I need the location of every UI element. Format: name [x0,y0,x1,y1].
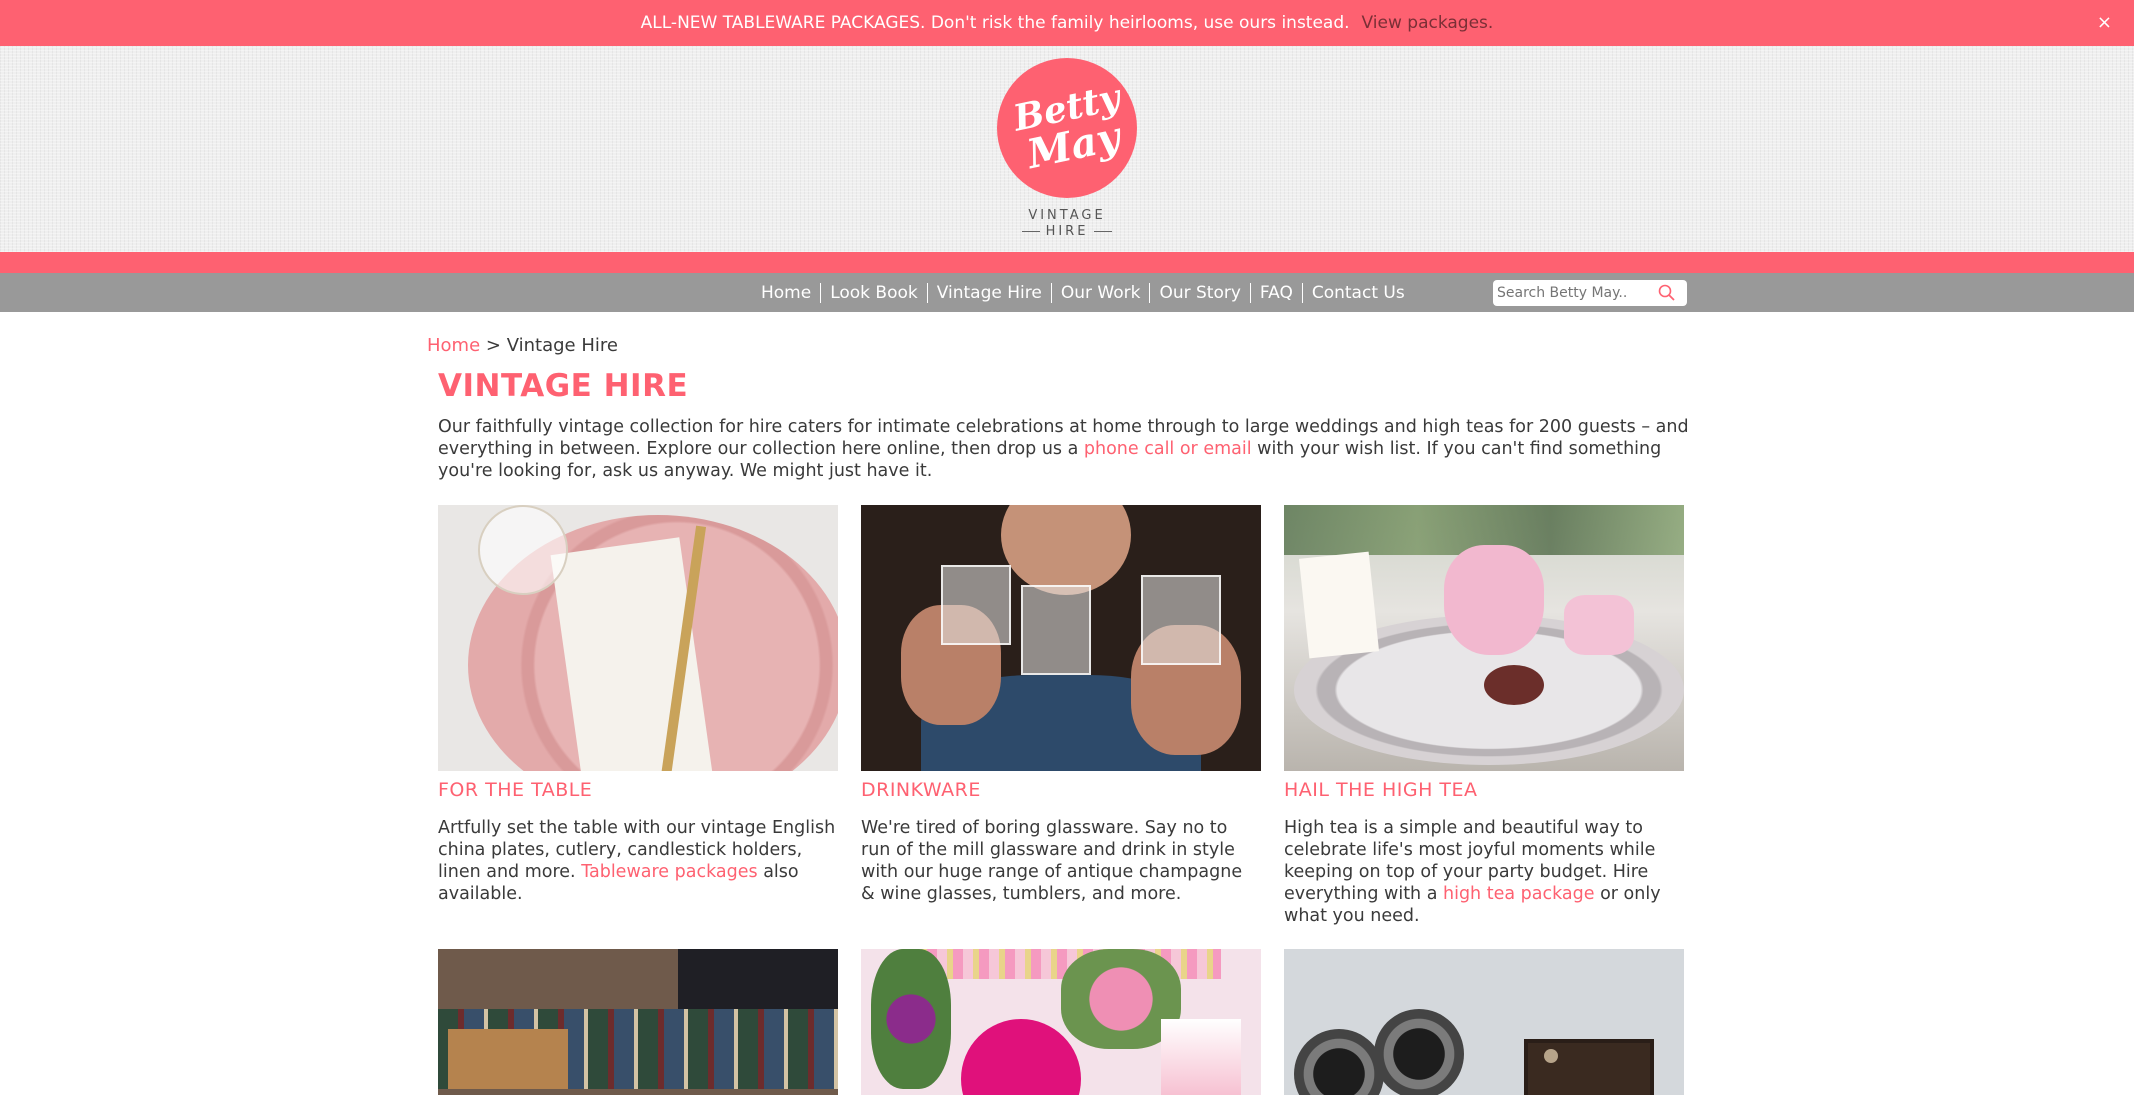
nav-item-our-story[interactable]: Our Story [1149,282,1249,303]
card-description: We're tired of boring glassware. Say no … [861,817,1261,905]
nav-item-home[interactable]: Home [752,283,820,303]
banner-message: ALL-NEW TABLEWARE PACKAGES. Don't risk t… [640,13,1350,33]
breadcrumb-separator: > [480,335,507,356]
nav-item-contact-us[interactable]: Contact Us [1301,282,1414,303]
breadcrumb-current: Vintage Hire [506,335,618,356]
card-title[interactable]: HAIL THE HIGH TEA [1284,779,1684,801]
logo-subtitle-hire: HIRE [997,224,1137,239]
table-setting-image[interactable] [438,505,838,771]
page-title: VINTAGE HIRE [438,368,689,404]
category-card-table[interactable]: FOR THE TABLE Artfully set the table wit… [438,505,838,905]
nav-list: Home Look Book Vintage Hire Our Work Our… [752,273,1414,312]
breadcrumb-home-link[interactable]: Home [427,335,480,356]
search-box [1493,280,1687,306]
announcement-banner: ALL-NEW TABLEWARE PACKAGES. Don't risk t… [0,0,2134,46]
breadcrumb: Home > Vintage Hire [427,335,618,356]
nav-item-look-book[interactable]: Look Book [820,282,927,303]
logo-subtitle-hire-text: HIRE [1045,224,1089,239]
site-header: Betty May VINTAGE HIRE [0,46,2134,252]
betty-may-logo[interactable]: Betty May [997,58,1137,198]
card-title[interactable]: FOR THE TABLE [438,779,838,801]
intro-paragraph: Our faithfully vintage collection for hi… [438,416,1700,482]
card-text: We're tired of boring glassware. Say no … [861,818,1243,904]
category-card-high-tea[interactable]: HAIL THE HIGH TEA High tea is a simple a… [1284,505,1684,927]
card-description: Artfully set the table with our vintage … [438,817,838,905]
search-input[interactable] [1493,282,1653,304]
flowers-decor-image[interactable] [861,949,1261,1095]
tableware-packages-link[interactable]: Tableware packages [581,862,757,882]
nav-item-vintage-hire[interactable]: Vintage Hire [926,282,1051,303]
vintage-props-image[interactable] [1284,949,1684,1095]
drinkware-image[interactable] [861,505,1261,771]
banner-view-packages-link[interactable]: View packages. [1362,13,1494,33]
category-card-drinkware[interactable]: DRINKWARE We're tired of boring glasswar… [861,505,1261,905]
nav-item-our-work[interactable]: Our Work [1050,282,1150,303]
main-nav: Home Look Book Vintage Hire Our Work Our… [0,273,2134,312]
card-description: High tea is a simple and beautiful way t… [1284,817,1684,927]
contact-link[interactable]: phone call or email [1084,439,1252,459]
picnic-image[interactable] [438,949,838,1095]
category-card-decor[interactable] [861,949,1261,1095]
header-divider-bar [0,252,2134,273]
high-tea-image[interactable] [1284,505,1684,771]
high-tea-package-link[interactable]: high tea package [1443,884,1595,904]
card-title[interactable]: DRINKWARE [861,779,1261,801]
category-card-picnic[interactable] [438,949,838,1095]
logo-subtitle-vintage: VINTAGE [1028,208,1106,223]
category-card-props[interactable] [1284,949,1684,1095]
search-icon[interactable] [1657,283,1677,303]
nav-item-faq[interactable]: FAQ [1249,282,1302,303]
banner-close-icon[interactable]: × [2097,12,2112,33]
